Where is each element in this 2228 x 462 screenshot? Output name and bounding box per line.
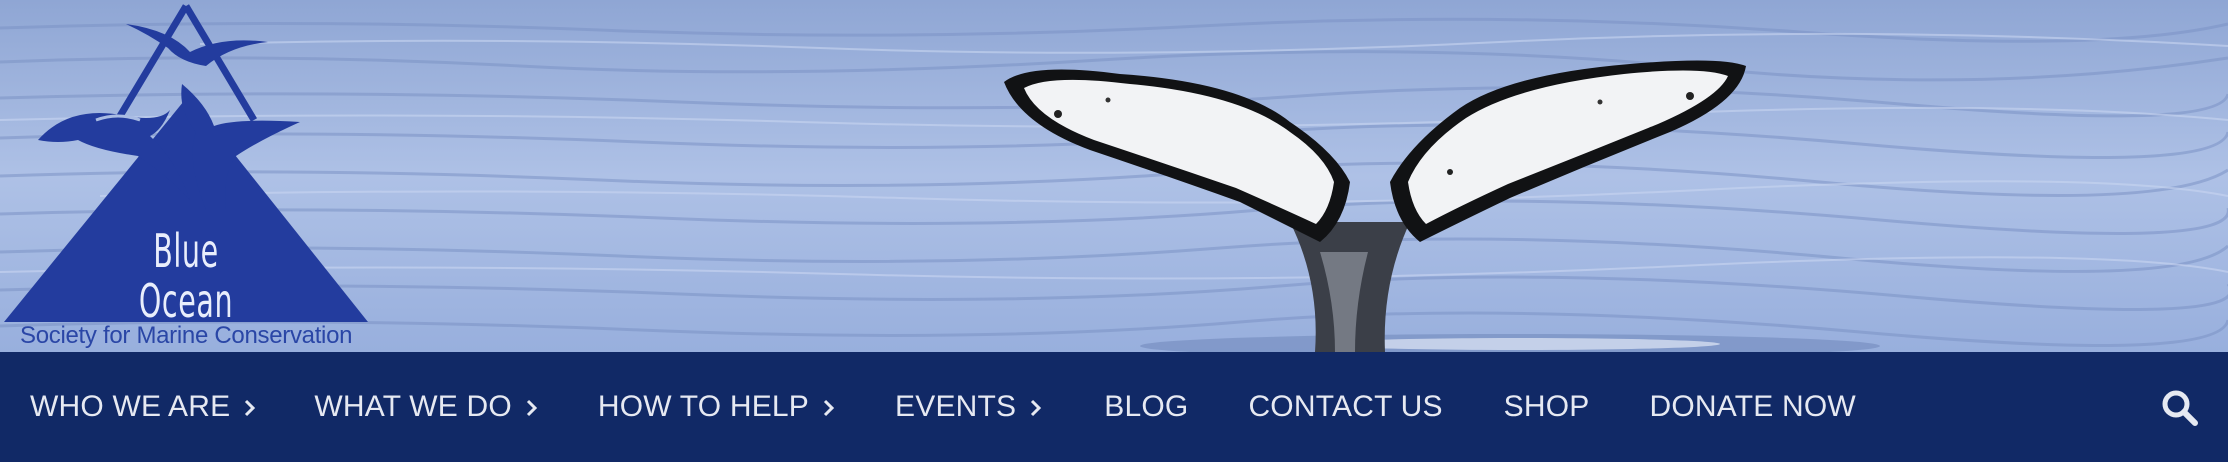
nav-item-label: WHO WE ARE [30,390,231,423]
chevron-right-icon [1031,399,1042,417]
page: Blue Ocean Society for Marine Conservati… [0,0,2228,462]
search-icon [2162,390,2198,426]
nav-item-label: DONATE NOW [1649,390,1856,423]
logo-title: Blue Ocean [138,224,234,328]
brand-logo[interactable]: Blue Ocean Society for Marine Conservati… [0,0,380,352]
main-navigation: WHO WE ARE WHAT WE DO HOW TO HELP EVENTS… [0,352,2228,462]
nav-item-donate-now[interactable]: DONATE NOW [1650,352,1856,462]
nav-item-label: HOW TO HELP [597,390,810,423]
chevron-right-icon [245,399,256,417]
nav-item-label: WHAT WE DO [314,390,512,423]
hero-banner: Blue Ocean Society for Marine Conservati… [0,0,2228,352]
nav-item-label: SHOP [1503,390,1590,423]
search-button[interactable] [2160,388,2200,428]
chevron-right-icon [823,399,835,417]
nav-item-contact-us[interactable]: CONTACT US [1248,352,1442,462]
nav-item-label: EVENTS [895,390,1017,423]
chevron-right-icon [526,399,538,417]
nav-item-events[interactable]: EVENTS [895,352,1042,462]
nav-item-shop[interactable]: SHOP [1504,352,1590,462]
nav-item-label: BLOG [1104,390,1189,423]
nav-menu: WHO WE ARE WHAT WE DO HOW TO HELP EVENTS… [0,352,1856,462]
whale-tail-image [1004,60,1746,352]
nav-item-who-we-are[interactable]: WHO WE ARE [30,352,256,462]
nav-item-what-we-do[interactable]: WHAT WE DO [314,352,538,462]
logo-tagline: Society for Marine Conservation [20,322,353,349]
nav-item-blog[interactable]: BLOG [1104,352,1188,462]
nav-item-label: CONTACT US [1248,390,1443,423]
nav-item-how-to-help[interactable]: HOW TO HELP [598,352,835,462]
